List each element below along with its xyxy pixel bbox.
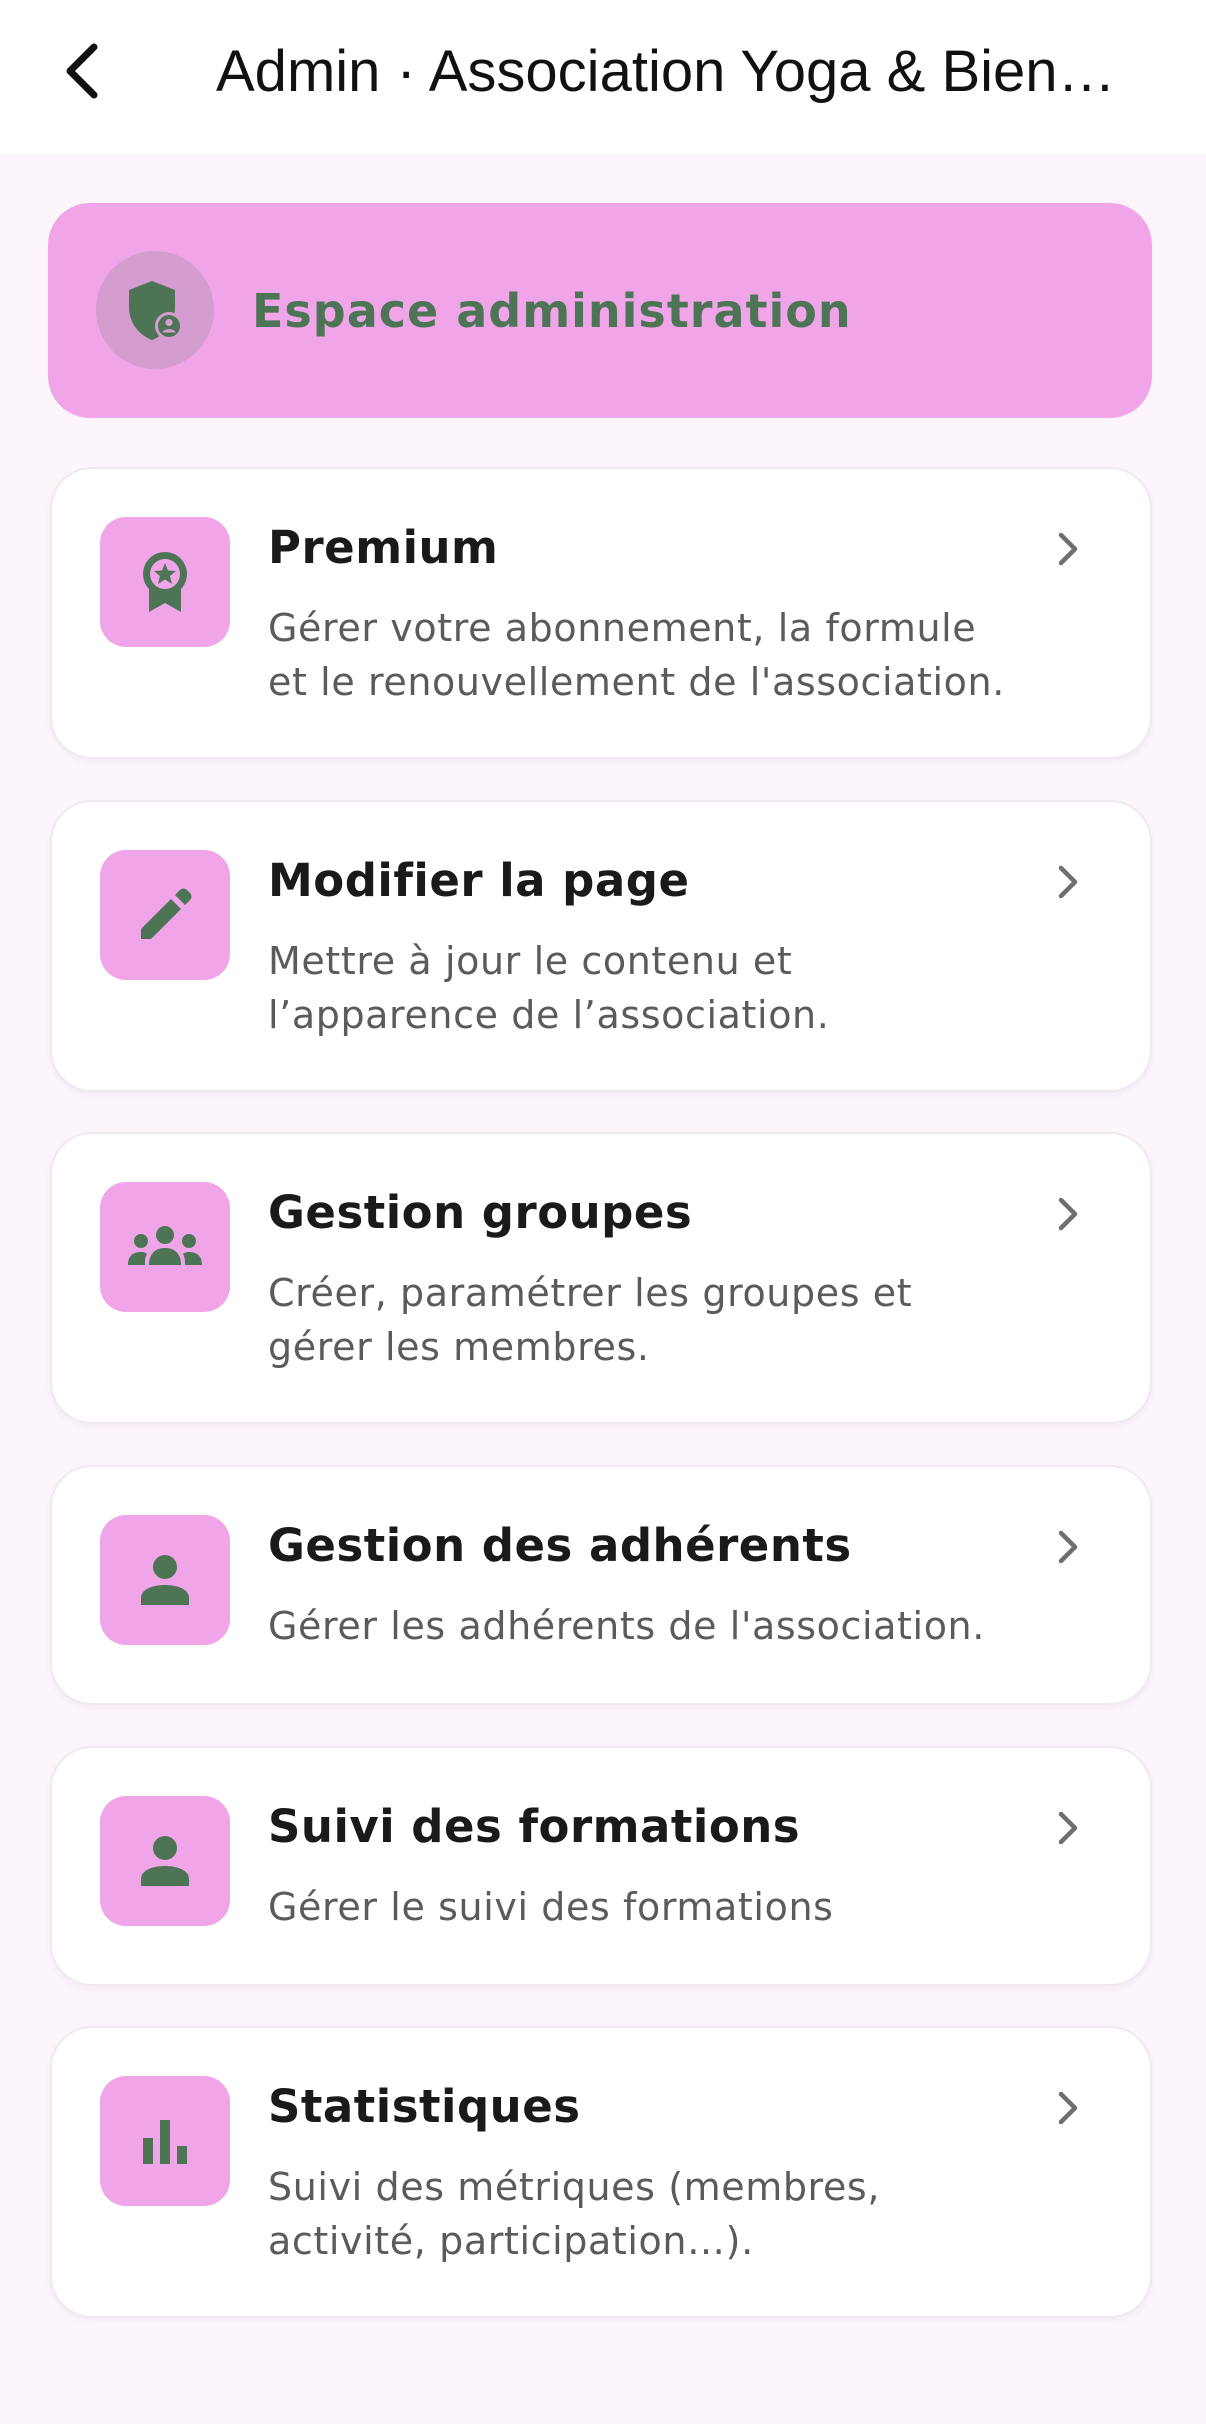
person-icon — [100, 1515, 230, 1645]
menu-card-groups[interactable]: Gestion groupes Créer, paramétrer les gr… — [50, 1132, 1152, 1424]
page-title: Admin · Association Yoga & Bien… — [216, 39, 1116, 104]
admin-space-banner: Espace administration — [48, 203, 1152, 418]
menu-card-statistics[interactable]: Statistiques Suivi des métriques (membre… — [50, 2026, 1152, 2318]
top-app-bar: Admin · Association Yoga & Bien… — [0, 0, 1206, 154]
card-description: Suivi des métriques (membres, activité, … — [268, 2165, 881, 2263]
card-description: Gérer votre abonnement, la formule et le… — [268, 606, 1005, 704]
menu-card-premium[interactable]: Premium Gérer votre abonnement, la formu… — [50, 467, 1152, 759]
chevron-right-icon — [1048, 1808, 1088, 1848]
card-description: Gérer le suivi des formations — [268, 1885, 834, 1929]
chevron-right-icon — [1048, 1527, 1088, 1567]
award-badge-icon — [100, 517, 230, 647]
card-description: Créer, paramétrer les groupes et gérer l… — [268, 1271, 913, 1369]
bar-chart-icon — [100, 2076, 230, 2206]
card-description: Gérer les adhérents de l'association. — [268, 1604, 985, 1648]
menu-card-edit-page[interactable]: Modifier la page Mettre à jour le conten… — [50, 800, 1152, 1092]
chevron-right-icon — [1048, 862, 1088, 902]
card-description: Mettre à jour le contenu et l’apparence … — [268, 939, 830, 1037]
groups-icon — [100, 1182, 230, 1312]
menu-card-members[interactable]: Gestion des adhérents Gérer les adhérent… — [50, 1465, 1152, 1705]
admin-space-label: Espace administration — [252, 284, 852, 338]
chevron-left-icon — [66, 43, 98, 99]
chevron-right-icon — [1048, 2088, 1088, 2128]
card-title: Suivi des formations — [268, 1800, 801, 1853]
card-title: Gestion des adhérents — [268, 1519, 852, 1572]
card-title: Modifier la page — [268, 854, 690, 907]
card-title: Statistiques — [268, 2080, 581, 2133]
back-button[interactable] — [56, 36, 108, 106]
menu-card-trainings[interactable]: Suivi des formations Gérer le suivi des … — [50, 1746, 1152, 1986]
admin-shield-icon — [96, 251, 214, 369]
pencil-icon — [100, 850, 230, 980]
person-icon — [100, 1796, 230, 1926]
card-title: Gestion groupes — [268, 1186, 693, 1239]
card-title: Premium — [268, 521, 499, 574]
chevron-right-icon — [1048, 1194, 1088, 1234]
chevron-right-icon — [1048, 529, 1088, 569]
